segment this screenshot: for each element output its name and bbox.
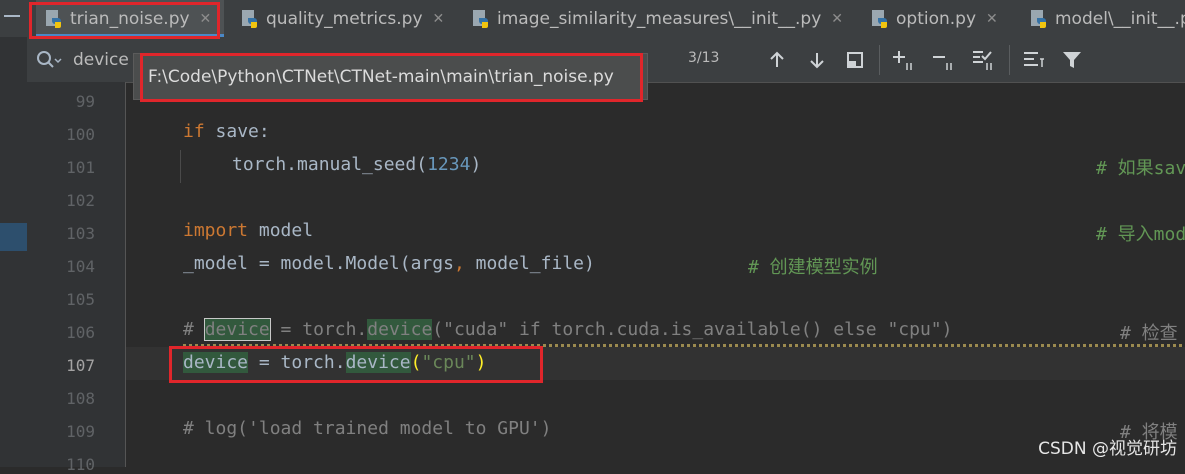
comma: , <box>453 253 465 274</box>
line-number: 103 <box>66 224 95 243</box>
code-text: _model = model.Model(args <box>183 253 454 274</box>
filter-lines-icon[interactable] <box>1021 47 1047 73</box>
keyword: import <box>183 220 249 241</box>
close-icon[interactable]: ✕ <box>433 11 445 27</box>
select-window-icon[interactable] <box>842 47 868 73</box>
collapse-icon[interactable] <box>4 15 20 17</box>
python-file-icon <box>471 9 491 29</box>
code-text: ("cuda" if torch.cuda.is_available() els… <box>432 319 953 340</box>
search-match-current: device <box>203 318 271 341</box>
annotation-box-path <box>140 53 643 102</box>
filter-icon[interactable] <box>1059 47 1085 73</box>
left-panel-header <box>0 0 27 37</box>
code-line-100: if save: <box>183 121 270 142</box>
line-number: 105 <box>66 290 95 309</box>
line-number: 104 <box>66 257 95 276</box>
tab-model-init[interactable]: model\__init__.py <box>1029 0 1185 37</box>
line-number-current: 107 <box>66 356 95 375</box>
number-literal: 1234 <box>427 154 471 175</box>
line-number: 102 <box>66 191 95 210</box>
code-text: model <box>248 220 314 241</box>
code-line-109: # log('load trained model to GPU') <box>183 418 552 439</box>
keyword: if <box>183 121 205 142</box>
tab-image-similarity-init[interactable]: image_similarity_measures\__init__.py ✕ <box>471 0 843 37</box>
line-number-gutter: 99 100 101 102 103 104 105 106 107 108 1… <box>27 82 125 474</box>
arrow-up-icon[interactable] <box>764 47 790 73</box>
code-text: # <box>183 319 205 340</box>
add-occurrence-icon[interactable] <box>891 47 917 73</box>
code-text: ) <box>470 154 482 175</box>
left-tool-strip <box>0 37 27 467</box>
toolbar-separator <box>879 45 880 75</box>
tab-label: option.py <box>896 8 977 29</box>
toolbar-separator <box>1009 45 1010 75</box>
gutter-divider <box>125 82 126 467</box>
match-count: 3/13 <box>688 50 720 66</box>
search-icon[interactable] <box>36 50 62 74</box>
code-line-101: torch.manual_seed(1234) <box>232 154 481 175</box>
code-line-104: _model = model.Model(args, model_file) <box>183 253 595 274</box>
line-number: 101 <box>66 158 95 177</box>
tab-quality-metrics[interactable]: quality_metrics.py ✕ <box>240 0 444 37</box>
close-icon[interactable]: ✕ <box>986 11 998 27</box>
python-file-icon <box>1029 9 1049 29</box>
close-icon[interactable]: ✕ <box>831 11 843 27</box>
code-comment: # 导入mod <box>1096 224 1185 245</box>
code-text: save: <box>204 121 270 142</box>
code-comment: # 如果sav <box>1096 158 1185 179</box>
code-comment: # 创建模型实例 <box>748 257 878 278</box>
arrow-down-icon[interactable] <box>804 47 830 73</box>
tab-label: model\__init__.py <box>1055 8 1185 29</box>
watermark: CSDN @视觉研坊 <box>1038 439 1177 459</box>
remove-occurrence-icon[interactable] <box>931 47 957 73</box>
line-number: 110 <box>66 455 95 474</box>
line-number: 108 <box>66 389 95 408</box>
code-line-106: # device = torch.device("cuda" if torch.… <box>183 318 953 341</box>
indent-guide <box>180 150 181 183</box>
annotation-box-code <box>169 346 543 383</box>
sidebar-selection-marker <box>0 223 27 251</box>
code-comment: # 检查 <box>1120 323 1178 344</box>
line-number: 106 <box>66 323 95 342</box>
line-number: 109 <box>66 422 95 441</box>
tab-option[interactable]: option.py ✕ <box>870 0 998 37</box>
code-text: torch.manual_seed( <box>232 154 428 175</box>
code-text: model_file) <box>464 253 595 274</box>
code-line-103: import model <box>183 220 313 241</box>
python-file-icon <box>870 9 890 29</box>
python-file-icon <box>240 9 260 29</box>
code-text: = torch. <box>269 319 368 340</box>
tab-label: image_similarity_measures\__init__.py <box>497 8 822 29</box>
annotation-box-tab <box>29 2 220 39</box>
tab-label: quality_metrics.py <box>266 8 423 29</box>
line-number: 100 <box>66 125 95 144</box>
select-all-occurrences-icon[interactable] <box>971 47 997 73</box>
line-number: 99 <box>75 92 95 111</box>
search-match: device <box>367 319 433 340</box>
